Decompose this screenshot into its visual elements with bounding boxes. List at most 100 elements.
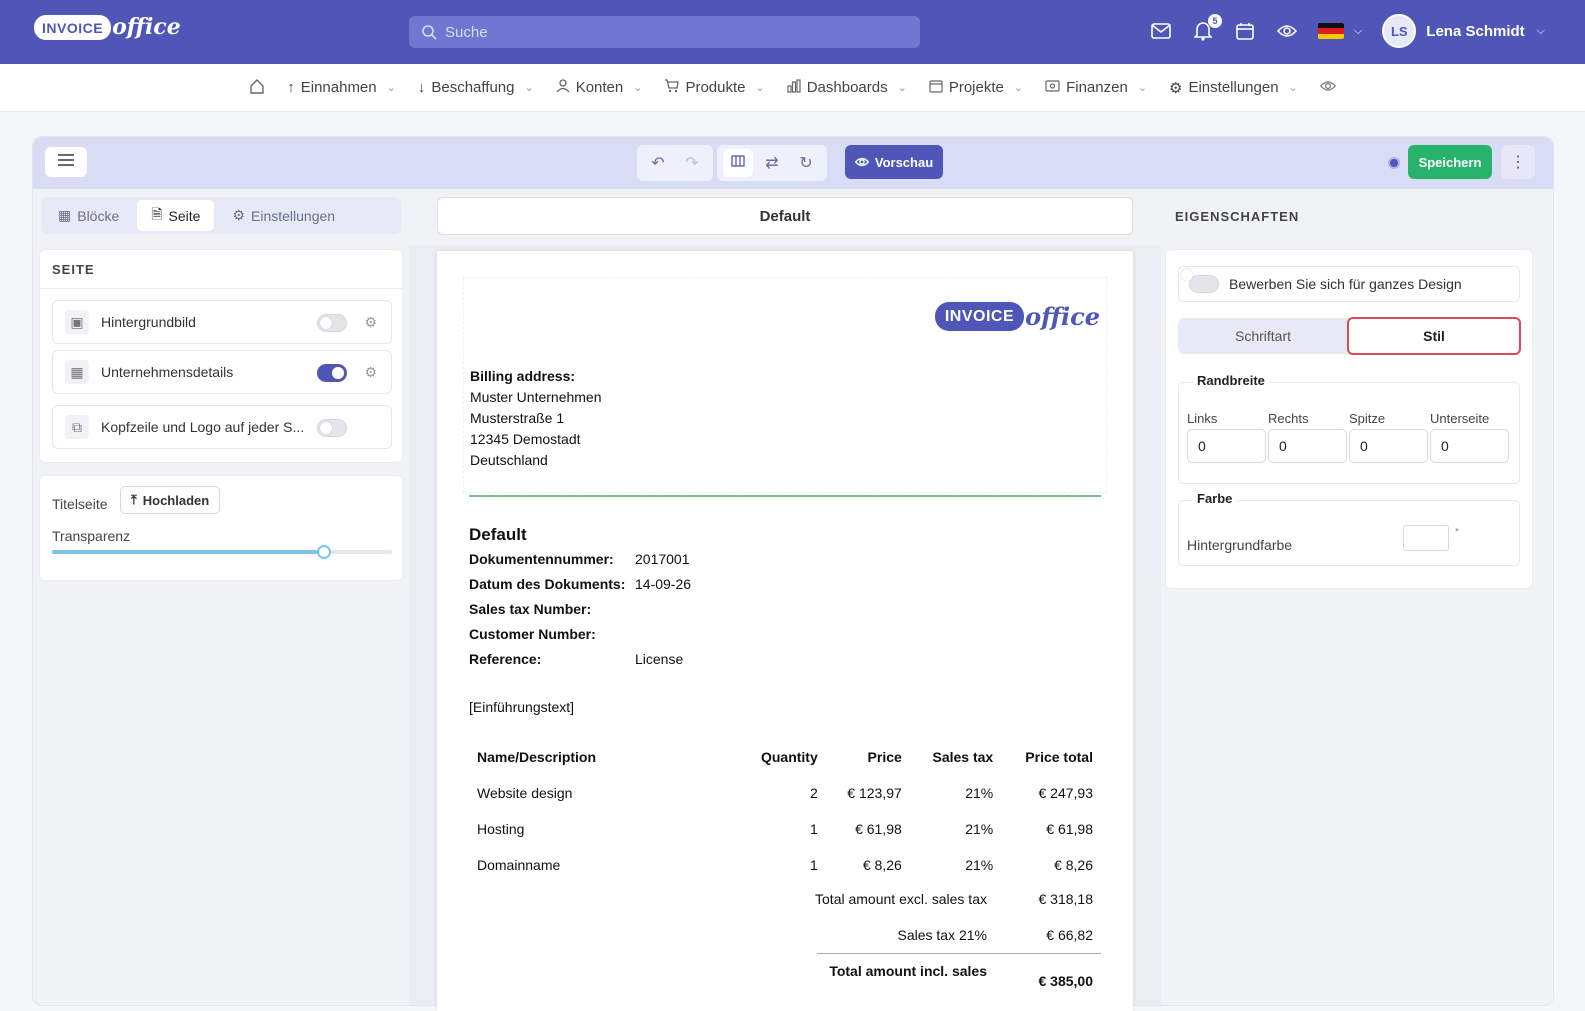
title-page-card: Titelseite ⤒ Hochladen Transparenz xyxy=(39,475,403,581)
table-row: Hosting 1 € 61,98 21% € 61,98 xyxy=(469,811,1101,847)
total-value: € 66,82 xyxy=(1046,927,1093,943)
table-cell: € 123,97 xyxy=(847,785,902,801)
document-meta: Dokumentennummer: 2017001 Datum des Dokum… xyxy=(469,551,691,676)
nav-projekte[interactable]: Projekte ⌄ xyxy=(929,79,1023,97)
eye-icon[interactable] xyxy=(1276,20,1298,42)
document-canvas: INVOICE office Billing address: Muster U… xyxy=(409,245,1161,1011)
transparency-slider[interactable] xyxy=(52,545,392,559)
nav-produkte[interactable]: Produkte ⌄ xyxy=(664,78,765,97)
gear-icon[interactable]: ⚙ xyxy=(364,364,377,381)
nav-label: Beschaffung xyxy=(431,79,515,96)
apply-whole-design-toggle[interactable] xyxy=(1189,275,1219,293)
total-value: € 385,00 xyxy=(1038,973,1094,989)
nav-einnahmen[interactable]: ↑ Einnahmen ⌄ xyxy=(287,79,396,96)
background-image-toggle[interactable] xyxy=(317,314,347,332)
grid-icon: ▦ xyxy=(58,207,72,223)
save-button[interactable]: Speichern xyxy=(1408,145,1492,179)
row-header-logo: ⧉ Kopfzeile und Logo auf jeder S... xyxy=(52,405,392,449)
company-details-toggle[interactable] xyxy=(317,364,347,382)
tab-page[interactable]: 🗎 Seite xyxy=(137,200,215,231)
margin-legend: Randbreite xyxy=(1193,373,1269,388)
undo-button[interactable]: ↶ xyxy=(643,149,673,177)
total-label: Total amount excl. sales tax xyxy=(815,891,987,907)
chevron-down-icon: ⌄ xyxy=(897,82,907,94)
search-input[interactable]: Suche xyxy=(409,16,920,48)
table-cell: 1 xyxy=(809,857,818,873)
address-line: Muster Unternehmen xyxy=(470,389,602,405)
tab-style[interactable]: Stil xyxy=(1347,317,1521,355)
total-incl-row: Total amount incl. sales € 385,00 xyxy=(469,963,1101,989)
language-selector[interactable]: ⌵ xyxy=(1317,23,1362,39)
eye-icon xyxy=(854,155,870,170)
gear-icon[interactable]: ⚙ xyxy=(364,314,377,331)
gear-icon: ⚙ xyxy=(1169,79,1183,97)
total-label: Sales tax 21% xyxy=(897,927,988,943)
more-options-button[interactable]: ⋮ xyxy=(1501,145,1535,179)
tab-blocks[interactable]: ▦ Blöcke xyxy=(44,200,133,231)
menu-button[interactable] xyxy=(45,147,87,177)
bell-icon[interactable]: 5 xyxy=(1192,14,1222,42)
meta-value: 2017001 xyxy=(635,551,690,567)
meta-key: Sales tax Number: xyxy=(469,601,592,617)
avatar[interactable]: LS xyxy=(1382,14,1417,48)
nav-dashboards[interactable]: Dashboards ⌄ xyxy=(787,78,907,97)
column-header: Name/Description xyxy=(477,749,597,765)
logo-box-text: INVOICE xyxy=(34,14,112,40)
margin-right-input[interactable]: 0 xyxy=(1268,429,1347,463)
row-background-image: ▣ Hintergrundbild ⚙ xyxy=(52,300,392,344)
tab-settings[interactable]: ⚙ Einstellungen xyxy=(218,200,349,231)
nav-konten[interactable]: Konten ⌄ xyxy=(556,78,642,97)
app-logo[interactable]: INVOICE office xyxy=(34,14,181,40)
template-name[interactable]: Default xyxy=(437,197,1133,235)
transparency-label: Transparenz xyxy=(52,528,131,544)
table-cell: € 247,93 xyxy=(1038,785,1094,801)
swap-button[interactable]: ⇄ xyxy=(757,149,787,177)
home-icon[interactable] xyxy=(249,78,265,98)
image-icon: ▣ xyxy=(65,310,89,334)
column-header: Price xyxy=(867,749,902,765)
intro-text[interactable]: [Einführungstext] xyxy=(469,699,574,715)
columns-view-button[interactable] xyxy=(723,149,753,177)
address-line: 12345 Demostadt xyxy=(470,431,581,447)
header-logo-toggle[interactable] xyxy=(317,419,347,437)
chevron-down-icon[interactable]: ⌵ xyxy=(1537,25,1545,38)
table-row: Website design 2 € 123,97 21% € 247,93 xyxy=(469,775,1101,811)
apply-label: Bewerben Sie sich für ganzes Design xyxy=(1229,276,1462,292)
user-name[interactable]: Lena Schmidt xyxy=(1426,23,1524,40)
header-block[interactable]: INVOICE office Billing address: Muster U… xyxy=(463,277,1107,493)
nav-label: Dashboards xyxy=(806,79,888,96)
table-row: Domainname 1 € 8,26 21% € 8,26 xyxy=(469,847,1101,883)
eye-icon[interactable] xyxy=(1319,79,1336,96)
nav-einstellungen[interactable]: ⚙ Einstellungen ⌄ xyxy=(1169,79,1298,97)
undo-redo-group: ↶ ↷ xyxy=(637,145,713,181)
nav-beschaffung[interactable]: ↓ Beschaffung ⌄ xyxy=(418,79,534,96)
meta-value: License xyxy=(635,651,684,667)
bg-color-label: Hintergrundfarbe xyxy=(1187,537,1293,553)
meta-row: Dokumentennummer: 2017001 xyxy=(469,551,691,576)
table-cell: 1 xyxy=(809,821,818,837)
total-label: Total amount incl. sales xyxy=(829,963,987,979)
nav-label: Produkte xyxy=(685,79,746,96)
row-label: Hintergrundbild xyxy=(101,314,196,330)
redo-button[interactable]: ↷ xyxy=(677,149,707,177)
bg-color-picker[interactable] xyxy=(1403,525,1449,551)
mail-icon[interactable] xyxy=(1150,20,1172,42)
hamburger-icon xyxy=(58,153,74,171)
slider-fill xyxy=(52,550,324,554)
calendar-icon[interactable] xyxy=(1234,20,1256,42)
preview-button[interactable]: Vorschau xyxy=(845,145,943,179)
refresh-button[interactable]: ↻ xyxy=(791,149,821,177)
margin-left-input[interactable]: 0 xyxy=(1187,429,1266,463)
logo-office-text: office xyxy=(112,14,181,40)
tab-font[interactable]: Schriftart xyxy=(1178,318,1348,354)
nav-finanzen[interactable]: Finanzen ⌄ xyxy=(1045,79,1147,96)
gear-icon: ⚙ xyxy=(232,207,246,223)
margin-top-input[interactable]: 0 xyxy=(1349,429,1428,463)
margin-bottom-input[interactable]: 0 xyxy=(1430,429,1509,463)
slider-knob[interactable] xyxy=(317,545,331,559)
table-cell: 2 xyxy=(809,785,818,801)
copy-icon: ⧉ xyxy=(65,415,89,439)
margin-label-bottom: Unterseite xyxy=(1430,411,1490,426)
upload-button[interactable]: ⤒ Hochladen xyxy=(120,486,221,514)
tab-label: Einstellungen xyxy=(251,207,336,224)
